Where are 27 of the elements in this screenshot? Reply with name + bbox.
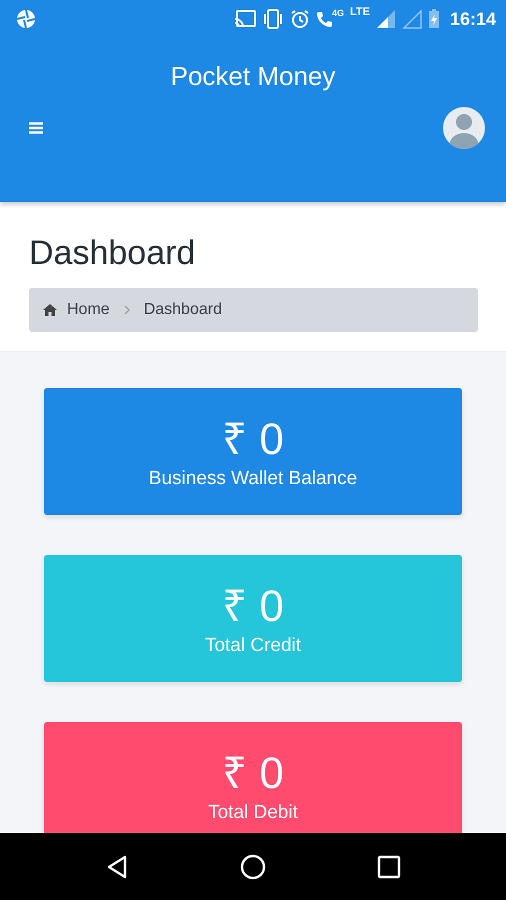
card-amount: ₹ 0 [222,414,284,466]
network-label: 4G [332,8,344,18]
signal-icon [402,9,422,29]
card-label: Business Wallet Balance [148,468,358,490]
recents-icon[interactable] [376,854,401,878]
signal-icon [376,9,396,29]
card-label: Total Credit [204,634,302,656]
page-title: Dashboard [29,233,196,274]
home-icon [43,304,57,316]
card-amount: ₹ 0 [222,748,284,800]
app-title: Pocket Money [170,60,336,92]
breadcrumb-link[interactable]: Home [67,301,110,319]
status-time: 16:14 [450,8,496,30]
breadcrumb-current: Dashboard [144,301,222,319]
aperture-icon [16,9,36,29]
alarm-icon [290,9,310,29]
avatar-icon[interactable] [442,106,486,150]
vibrate-icon [262,9,284,29]
network-label: LTE [350,6,370,18]
battery-icon [428,9,440,29]
card-label: Total Debit [208,802,298,824]
phone-icon [316,10,332,28]
cast-icon [234,10,256,28]
menu-icon[interactable] [29,122,43,134]
chevron-icon [124,305,130,315]
card-amount: ₹ 0 [222,580,284,632]
home-icon[interactable] [240,854,266,880]
